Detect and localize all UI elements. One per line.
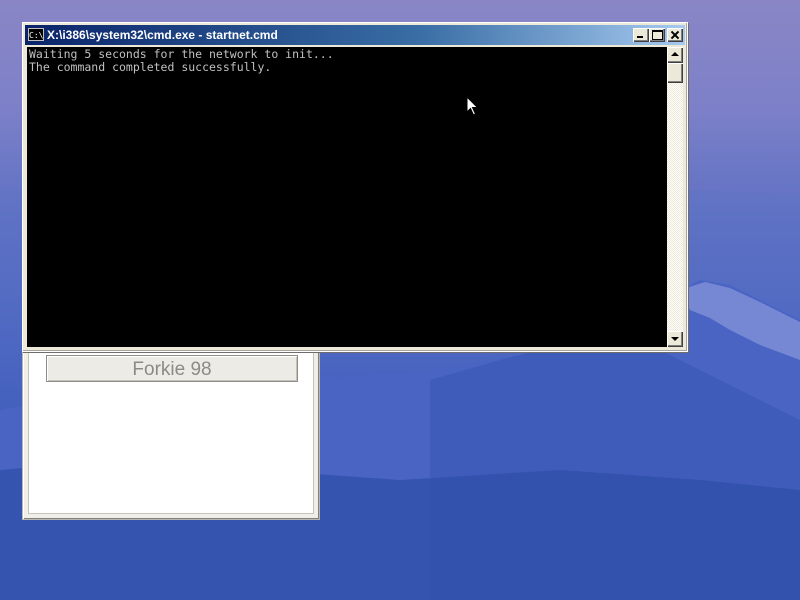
console-output-area[interactable]: Waiting 5 seconds for the network to ini…: [27, 47, 667, 347]
minimize-button[interactable]: [633, 28, 649, 42]
maximize-button[interactable]: [649, 28, 665, 42]
scroll-up-button[interactable]: [667, 47, 683, 63]
background-window: Forkie 98: [22, 330, 320, 520]
close-button[interactable]: [667, 28, 683, 42]
mouse-pointer-icon: [466, 96, 479, 116]
console-text: Waiting 5 seconds for the network to ini…: [29, 48, 334, 73]
forkie-98-button[interactable]: Forkie 98: [46, 355, 298, 382]
vertical-scrollbar[interactable]: [667, 47, 683, 347]
console-line-2: The command completed successfully.: [29, 59, 272, 74]
scroll-down-button[interactable]: [667, 331, 683, 347]
desktop: Forkie 98 C:\ X:\i386\system32\cmd.exe -…: [0, 0, 800, 600]
cmd-icon[interactable]: C:\: [28, 28, 44, 41]
cmd-window[interactable]: C:\ X:\i386\system32\cmd.exe - startnet.…: [22, 22, 688, 352]
window-title: X:\i386\system32\cmd.exe - startnet.cmd: [47, 28, 278, 42]
background-window-client: Forkie 98: [28, 336, 314, 514]
cmd-titlebar[interactable]: C:\ X:\i386\system32\cmd.exe - startnet.…: [25, 25, 685, 45]
scroll-thumb[interactable]: [667, 63, 683, 83]
